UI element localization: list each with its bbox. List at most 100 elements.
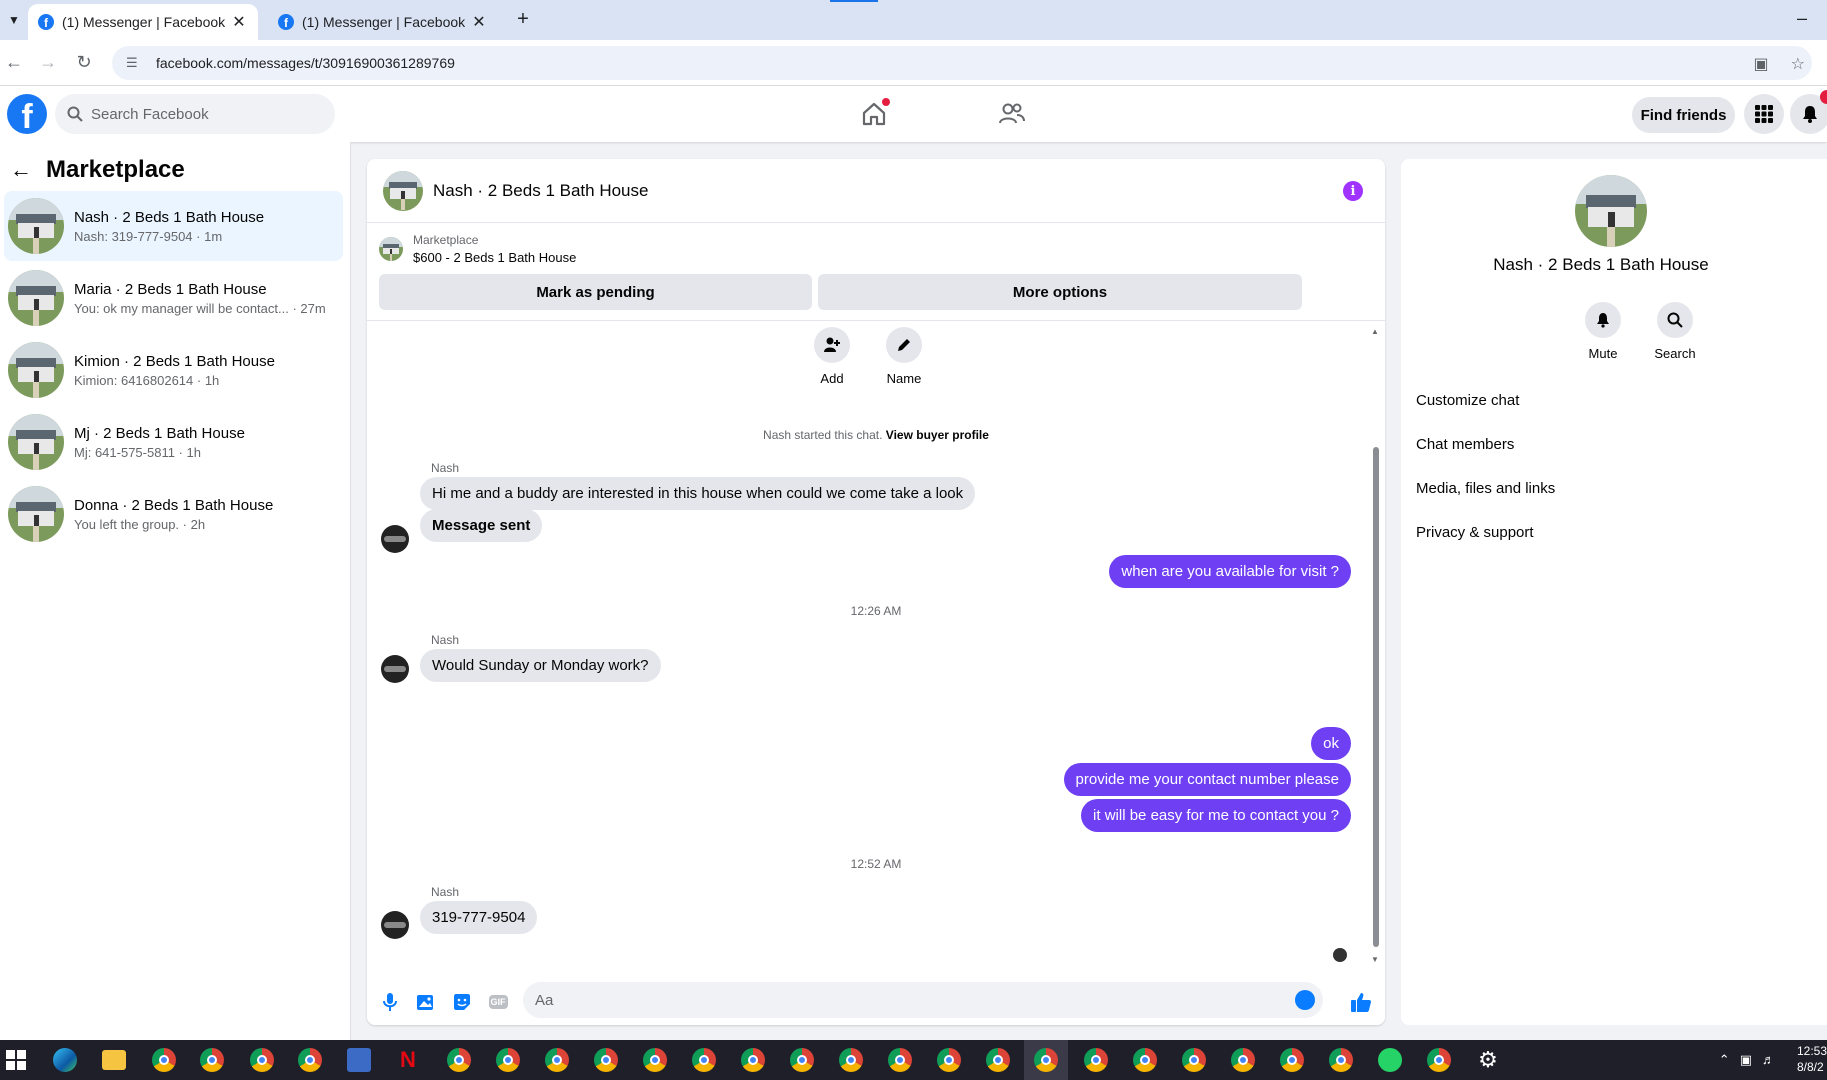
new-tab-button[interactable]: + xyxy=(511,8,535,31)
customize-chat-item[interactable]: Customize chat xyxy=(1416,392,1519,409)
find-friends-button[interactable]: Find friends xyxy=(1632,97,1735,133)
show-hidden-icons-chevron-icon[interactable]: ⌃ xyxy=(1719,1052,1730,1068)
chrome-icon[interactable] xyxy=(152,1048,176,1072)
reload-icon[interactable]: ↻ xyxy=(72,50,96,74)
chrome-icon[interactable] xyxy=(594,1048,618,1072)
forward-arrow-icon[interactable]: → xyxy=(36,50,60,74)
close-tab-icon[interactable]: ✕ xyxy=(230,12,248,32)
chrome-icon[interactable] xyxy=(1280,1048,1304,1072)
microphone-icon[interactable] xyxy=(379,991,401,1013)
chrome-icon[interactable] xyxy=(839,1048,863,1072)
bookmark-star-icon[interactable]: ☆ xyxy=(1791,54,1805,74)
minimize-window-button[interactable]: – xyxy=(1797,8,1807,29)
scroll-down-arrow-icon[interactable]: ▼ xyxy=(1371,955,1379,964)
install-app-icon[interactable]: ▣ xyxy=(1754,54,1769,74)
profile-avatar[interactable] xyxy=(1575,175,1647,247)
chrome-icon[interactable] xyxy=(1329,1048,1353,1072)
chrome-icon[interactable] xyxy=(888,1048,912,1072)
close-tab-icon[interactable]: ✕ xyxy=(470,12,488,32)
privacy-support-item[interactable]: Privacy & support xyxy=(1416,524,1534,541)
message-input[interactable]: Aa xyxy=(523,982,1323,1018)
browser-tab-2[interactable]: f (1) Messenger | Facebook ✕ xyxy=(268,4,498,40)
chrome-icon[interactable] xyxy=(1182,1048,1206,1072)
mark-as-pending-button[interactable]: Mark as pending xyxy=(379,274,812,310)
volume-icon[interactable]: ♬ xyxy=(1762,1052,1775,1068)
chat-avatar[interactable] xyxy=(383,170,423,211)
chat-title[interactable]: Nash · 2 Beds 1 Bath House xyxy=(433,181,648,201)
conversation-item[interactable]: Nash · 2 Beds 1 Bath House Nash: 319-777… xyxy=(4,191,343,261)
chrome-icon[interactable] xyxy=(298,1048,322,1072)
network-icon[interactable]: ▣ xyxy=(1740,1052,1752,1068)
site-info-icon[interactable]: ☰ xyxy=(126,55,142,71)
info-icon[interactable]: i xyxy=(1343,181,1363,201)
media-files-links-item[interactable]: Media, files and links xyxy=(1416,480,1555,497)
menu-grid-icon[interactable] xyxy=(1744,94,1784,134)
file-explorer-icon[interactable] xyxy=(102,1050,126,1070)
back-arrow-icon[interactable]: ← xyxy=(10,157,38,183)
scrollbar-thumb[interactable] xyxy=(1373,447,1379,947)
outgoing-message[interactable]: provide me your contact number please xyxy=(1063,763,1351,796)
outgoing-message[interactable]: ok xyxy=(1311,727,1351,760)
sender-avatar[interactable] xyxy=(381,525,409,553)
home-nav-icon[interactable] xyxy=(860,98,890,128)
photo-gallery-icon[interactable] xyxy=(415,991,437,1013)
conversation-item[interactable]: Maria · 2 Beds 1 Bath House You: ok my m… xyxy=(4,263,343,333)
whatsapp-icon[interactable] xyxy=(1378,1048,1402,1072)
chrome-icon[interactable] xyxy=(790,1048,814,1072)
browser-tab-1[interactable]: f (1) Messenger | Facebook ✕ xyxy=(28,4,258,40)
add-member-button[interactable]: Add xyxy=(802,327,862,386)
address-bar[interactable]: ☰ facebook.com/messages/t/30916900361289… xyxy=(112,46,1812,80)
name-chat-button[interactable]: Name xyxy=(874,327,934,386)
chrome-icon[interactable] xyxy=(1427,1048,1451,1072)
conversation-item[interactable]: Kimion · 2 Beds 1 Bath House Kimion: 641… xyxy=(4,335,343,405)
outgoing-message[interactable]: it will be easy for me to contact you ? xyxy=(1081,799,1351,832)
marketplace-listing[interactable]: Marketplace $600 - 2 Beds 1 Bath House xyxy=(379,233,576,265)
friends-nav-icon[interactable] xyxy=(998,100,1026,128)
incoming-message[interactable]: Would Sunday or Monday work? xyxy=(420,649,661,682)
edge-browser-icon[interactable] xyxy=(53,1048,77,1072)
chrome-icon[interactable] xyxy=(1231,1048,1255,1072)
chrome-icon[interactable] xyxy=(250,1048,274,1072)
chrome-icon[interactable] xyxy=(692,1048,716,1072)
outgoing-message[interactable]: when are you available for visit ? xyxy=(1109,555,1351,588)
remote-desktop-icon[interactable] xyxy=(347,1048,371,1072)
chat-members-item[interactable]: Chat members xyxy=(1416,436,1514,453)
emoji-icon[interactable] xyxy=(1295,990,1315,1010)
mute-button[interactable]: Mute xyxy=(1573,302,1633,361)
back-arrow-icon[interactable]: ← xyxy=(2,50,26,74)
view-buyer-profile-link[interactable]: View buyer profile xyxy=(886,428,989,442)
settings-gear-icon[interactable]: ⚙ xyxy=(1476,1048,1500,1072)
chrome-icon[interactable] xyxy=(937,1048,961,1072)
chrome-icon[interactable] xyxy=(545,1048,569,1072)
sticker-icon[interactable] xyxy=(451,991,473,1013)
facebook-search-input[interactable]: Search Facebook xyxy=(55,94,335,134)
chrome-icon[interactable] xyxy=(643,1048,667,1072)
chrome-icon[interactable] xyxy=(200,1048,224,1072)
notifications-bell-icon[interactable] xyxy=(1790,90,1827,134)
chrome-icon[interactable] xyxy=(741,1048,765,1072)
chrome-icon[interactable] xyxy=(986,1048,1010,1072)
incoming-message[interactable]: Hi me and a buddy are interested in this… xyxy=(420,477,976,510)
sender-avatar[interactable] xyxy=(381,911,409,939)
incoming-message[interactable]: Message sent xyxy=(420,509,543,542)
thumbs-up-icon[interactable] xyxy=(1350,991,1372,1013)
sender-avatar[interactable] xyxy=(381,655,409,683)
conversation-item[interactable]: Mj · 2 Beds 1 Bath House Mj: 641-575-581… xyxy=(4,407,343,477)
facebook-logo[interactable]: f xyxy=(7,94,47,134)
chrome-icon[interactable] xyxy=(496,1048,520,1072)
chrome-icon[interactable] xyxy=(1034,1048,1058,1072)
system-clock[interactable]: 12:53 8/8/2 xyxy=(1797,1043,1827,1075)
tab-search-chevron-icon[interactable]: ▼ xyxy=(2,8,26,32)
chrome-icon[interactable] xyxy=(447,1048,471,1072)
search-in-chat-button[interactable]: Search xyxy=(1645,302,1705,361)
gif-icon[interactable]: GIF xyxy=(487,991,509,1013)
chrome-icon[interactable] xyxy=(1133,1048,1157,1072)
chrome-icon[interactable] xyxy=(1084,1048,1108,1072)
windows-start-icon[interactable] xyxy=(6,1050,26,1070)
more-options-button[interactable]: More options xyxy=(818,274,1302,310)
netflix-icon[interactable]: N xyxy=(396,1048,420,1072)
incoming-message[interactable]: 319-777-9504 xyxy=(420,901,538,934)
chat-scrollbar[interactable]: ▲ ▼ xyxy=(1371,327,1381,967)
scroll-up-arrow-icon[interactable]: ▲ xyxy=(1371,327,1379,336)
conversation-item[interactable]: Donna · 2 Beds 1 Bath House You left the… xyxy=(4,479,343,549)
